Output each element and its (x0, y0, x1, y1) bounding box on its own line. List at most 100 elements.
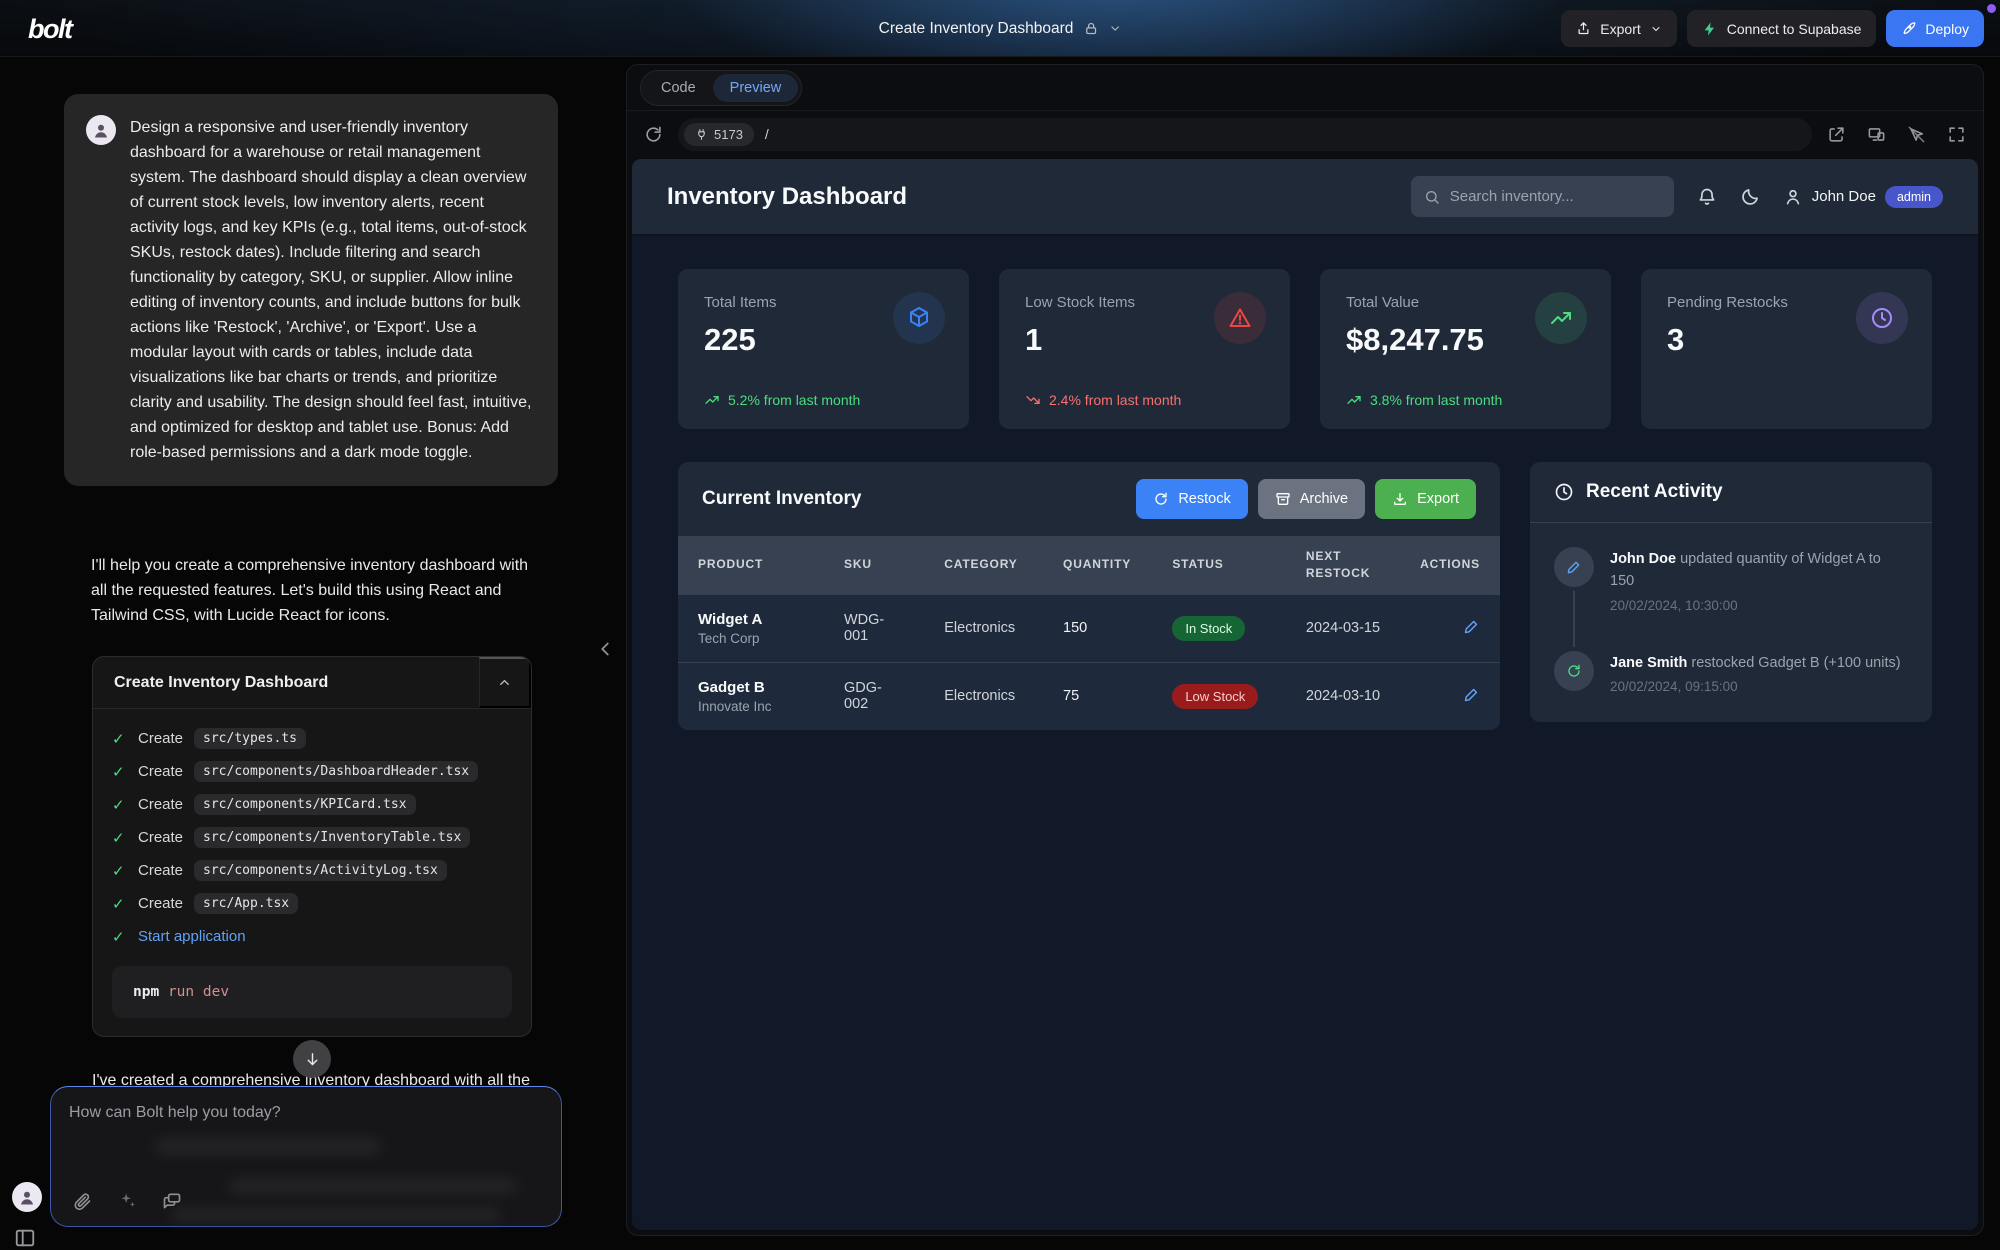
fullscreen-icon[interactable] (1947, 125, 1966, 144)
deploy-button[interactable]: Deploy (1886, 10, 1984, 47)
user-avatar (86, 115, 116, 145)
artifact-step: ✓ Create src/App.tsx (112, 887, 512, 920)
bulk-action-buttons: Restock Archive (1136, 479, 1476, 519)
project-title: Create Inventory Dashboard (879, 20, 1074, 38)
category-cell: Electronics (924, 662, 1043, 730)
tab-preview[interactable]: Preview (713, 74, 799, 102)
sidebar-toggle-icon[interactable] (14, 1227, 36, 1249)
col-actions: ACTIONS (1400, 536, 1500, 594)
col-next-restock: NEXT RESTOCK (1286, 536, 1400, 594)
file-chip: src/App.tsx (194, 893, 298, 914)
tab-code[interactable]: Code (644, 74, 713, 102)
export-button[interactable]: Export (1561, 10, 1676, 47)
col-status: STATUS (1152, 536, 1286, 594)
quantity-cell[interactable]: 150 (1043, 594, 1152, 662)
col-quantity: QUANTITY (1043, 536, 1152, 594)
quantity-cell[interactable]: 75 (1043, 662, 1152, 730)
activity-timestamp: 20/02/2024, 10:30:00 (1610, 598, 1908, 613)
artifact-step: ✓ Create src/components/ActivityLog.tsx (112, 854, 512, 887)
dark-mode-toggle-moon-icon[interactable] (1740, 187, 1760, 207)
restock-date-cell: 2024-03-15 (1286, 594, 1400, 662)
inventory-title: Current Inventory (702, 488, 861, 510)
product-name: Widget A (698, 611, 804, 628)
check-icon: ✓ (112, 829, 127, 847)
scroll-to-bottom-button[interactable] (293, 1040, 331, 1078)
product-name: Gadget B (698, 679, 804, 696)
bolt-logo: bolt (28, 14, 71, 45)
restock-button[interactable]: Restock (1136, 479, 1247, 519)
bell-icon[interactable] (1697, 187, 1717, 207)
col-sku: SKU (824, 536, 924, 594)
connect-supabase-button[interactable]: Connect to Supabase (1687, 10, 1877, 47)
topbar-actions: Export Connect to Supabase Deploy (1561, 10, 1984, 47)
product-supplier: Tech Corp (698, 631, 804, 646)
kpi-trend: 5.2% from last month (704, 392, 860, 408)
activity-header: Recent Activity (1530, 462, 1932, 522)
collapse-chat-handle[interactable] (594, 638, 616, 660)
kpi-card-low-stock: Low Stock Items 1 2.4% from last month (999, 269, 1290, 429)
edit-pencil-icon[interactable] (1463, 618, 1480, 635)
user-message: Design a responsive and user-friendly in… (64, 94, 558, 486)
chevron-down-icon (1650, 23, 1662, 35)
collapse-panel-button[interactable] (479, 657, 531, 708)
dashboard-header-actions: John Doe admin (1411, 176, 1943, 217)
clock-icon (1554, 482, 1574, 502)
responsive-devices-icon[interactable] (1867, 125, 1886, 144)
user-menu[interactable]: John Doe admin (1783, 186, 1943, 208)
trending-up-icon (1346, 392, 1362, 408)
command-binary: npm (133, 984, 159, 1000)
pencil-icon (1554, 547, 1594, 587)
check-icon: ✓ (112, 730, 127, 748)
sparkles-icon[interactable] (117, 1191, 137, 1211)
package-icon (893, 292, 945, 344)
paperclip-icon[interactable] (72, 1191, 92, 1211)
role-badge: admin (1885, 186, 1943, 208)
refresh-icon (1153, 491, 1169, 507)
check-icon: ✓ (112, 862, 127, 880)
chat-input[interactable] (69, 1104, 543, 1160)
connect-supabase-label: Connect to Supabase (1727, 21, 1862, 37)
port-chip[interactable]: 5173 (684, 123, 754, 146)
category-cell: Electronics (924, 594, 1043, 662)
project-title-menu[interactable]: Create Inventory Dashboard (879, 0, 1122, 57)
download-icon (1392, 491, 1408, 507)
trending-up-icon (704, 392, 720, 408)
reload-icon[interactable] (644, 125, 663, 144)
command-args: run dev (168, 984, 229, 1000)
product-supplier: Innovate Inc (698, 699, 804, 714)
chat-bubbles-icon[interactable] (162, 1191, 182, 1211)
search-input[interactable] (1450, 188, 1661, 205)
edit-pencil-icon[interactable] (1463, 686, 1480, 703)
check-icon: ✓ (112, 796, 127, 814)
table-header-row: PRODUCT SKU CATEGORY QUANTITY STATUS NEX… (678, 536, 1500, 594)
export-data-label: Export (1417, 491, 1459, 507)
export-label: Export (1600, 21, 1640, 37)
step-action: Create (138, 796, 183, 813)
port-number: 5173 (714, 127, 743, 142)
step-action: Create (138, 862, 183, 879)
inspect-cursor-icon[interactable] (1907, 125, 1926, 144)
file-chip: src/components/InventoryTable.tsx (194, 827, 470, 848)
export-data-button[interactable]: Export (1375, 479, 1476, 519)
trending-down-icon (1025, 392, 1041, 408)
redacted-blur (229, 1179, 517, 1193)
archive-button[interactable]: Archive (1258, 479, 1365, 519)
dashboard-body: Total Items 225 5.2% from last month Low… (632, 234, 1978, 730)
activity-item: John Doe updated quantity of Widget A to… (1554, 547, 1908, 651)
notification-dot (1987, 4, 1996, 13)
supabase-bolt-icon (1702, 21, 1718, 37)
redacted-blur (171, 1209, 501, 1222)
open-external-icon[interactable] (1827, 125, 1846, 144)
artifact-step-start[interactable]: ✓ Start application (112, 920, 512, 953)
url-input[interactable]: 5173 / (678, 118, 1812, 151)
profile-avatar[interactable] (12, 1182, 42, 1212)
inventory-search[interactable] (1411, 176, 1674, 217)
deploy-label: Deploy (1925, 21, 1969, 37)
artifact-step: ✓ Create src/types.ts (112, 722, 512, 755)
chat-input-box[interactable] (50, 1086, 562, 1227)
upload-icon (1576, 21, 1591, 36)
clock-icon (1856, 292, 1908, 344)
step-action: Create (138, 829, 183, 846)
user-message-text: Design a responsive and user-friendly in… (130, 115, 536, 465)
current-inventory-card: Current Inventory Restock (678, 462, 1500, 730)
